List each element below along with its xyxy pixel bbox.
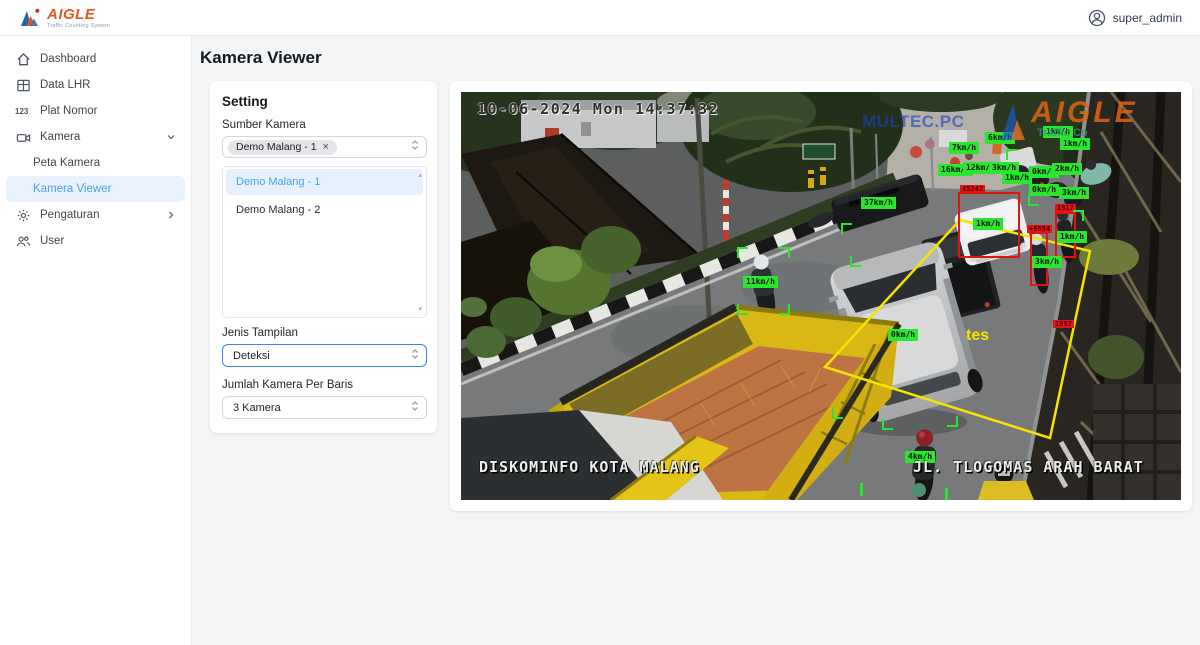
sidebar-item-label: Peta Kamera: [33, 157, 177, 169]
page-title: Kamera Viewer: [200, 48, 1192, 68]
username: super_admin: [1113, 11, 1182, 25]
sidebar-item-label: Dashboard: [40, 53, 177, 65]
gear-icon: [15, 207, 31, 223]
app-header: AIGLE Traffic Counting System super_admi…: [0, 0, 1200, 36]
sidebar-item-kamera[interactable]: Kamera: [0, 124, 191, 150]
scroll-up-icon[interactable]: ▴: [418, 171, 422, 179]
user-circle-icon: [1088, 9, 1106, 27]
sidebar-item-kamera-viewer[interactable]: Kamera Viewer: [6, 176, 185, 202]
jenis-tampilan-label: Jenis Tampilan: [222, 327, 427, 339]
jumlah-kamera-label: Jumlah Kamera Per Baris: [222, 379, 427, 391]
users-icon: [15, 233, 31, 249]
home-icon: [15, 51, 31, 67]
camera-feed[interactable]: tes 45242+55941917199737km/h7km/h6km/h1k…: [461, 92, 1181, 500]
sidebar-item-label: Data LHR: [40, 79, 177, 91]
watermark-aigle: AIGLE Traffic Co: [999, 98, 1138, 142]
camera-panel: tes 45242+55941917199737km/h7km/h6km/h1k…: [450, 81, 1192, 511]
sumber-kamera-label: Sumber Kamera: [222, 119, 427, 131]
jenis-tampilan-select[interactable]: Deteksi: [222, 344, 427, 367]
chevron-down-icon: [165, 131, 177, 143]
sidebar-item-label: Kamera Viewer: [33, 183, 171, 195]
main-content: Kamera Viewer Setting Sumber Kamera Demo…: [192, 36, 1200, 645]
kamera-listbox: Demo Malang - 1 Demo Malang - 2 ▴ ▾: [222, 166, 427, 318]
sidebar-item-peta-kamera[interactable]: Peta Kamera: [0, 150, 191, 176]
settings-heading: Setting: [222, 94, 427, 109]
table-icon: [15, 77, 31, 93]
sidebar-item-label: Kamera: [40, 131, 156, 143]
sidebar-item-plat-nomor[interactable]: 123 Plat Nomor: [0, 98, 191, 124]
sidebar-item-label: Plat Nomor: [40, 105, 177, 117]
sidebar-item-label: User: [40, 235, 177, 247]
app-logo[interactable]: AIGLE Traffic Counting System: [18, 6, 110, 30]
aigle-watermark-icon: [999, 98, 1027, 142]
jumlah-kamera-select[interactable]: 3 Kamera: [222, 396, 427, 419]
listbox-option-demo-malang-1[interactable]: Demo Malang - 1: [226, 169, 423, 195]
sidebar-item-data-lhr[interactable]: Data LHR: [0, 72, 191, 98]
123-icon: 123: [15, 103, 31, 119]
sumber-kamera-select[interactable]: Demo Malang - 1 ×: [222, 136, 427, 158]
watermark-multec: MULTEC.PC: [862, 112, 964, 132]
settings-panel: Setting Sumber Kamera Demo Malang - 1 × …: [210, 81, 437, 433]
camera-icon: [15, 129, 31, 145]
stepper-icon: [411, 138, 419, 156]
remove-tag-icon[interactable]: ×: [323, 142, 329, 153]
stepper-icon: [411, 400, 419, 415]
scroll-down-icon[interactable]: ▾: [418, 305, 422, 313]
caption-location-left: DISKOMINFO KOTA MALANG: [479, 458, 700, 476]
user-menu[interactable]: super_admin: [1088, 9, 1182, 27]
chevron-right-icon: [165, 209, 177, 221]
stepper-icon: [411, 348, 419, 363]
camera-timestamp: 10-06-2024 Mon 14:37:32: [477, 100, 719, 118]
selected-camera-tag: Demo Malang - 1 ×: [228, 140, 337, 155]
logo-subtitle: Traffic Counting System: [47, 23, 110, 29]
listbox-option-demo-malang-2[interactable]: Demo Malang - 2: [226, 197, 423, 223]
sidebar-item-label: Pengaturan: [40, 209, 156, 221]
caption-location-right: JL. TLOGOMAS ARAH BARAT: [913, 458, 1144, 476]
svg-text:123: 123: [15, 107, 29, 116]
logo-title: AIGLE: [47, 7, 110, 22]
aigle-logo-icon: [18, 6, 42, 30]
sidebar-item-user[interactable]: User: [0, 228, 191, 254]
sidebar-item-dashboard[interactable]: Dashboard: [0, 46, 191, 72]
sidebar-item-pengaturan[interactable]: Pengaturan: [0, 202, 191, 228]
camera-scene-image: [461, 92, 1181, 500]
sidebar: Dashboard Data LHR 123 Plat Nomor Kamera…: [0, 36, 192, 645]
